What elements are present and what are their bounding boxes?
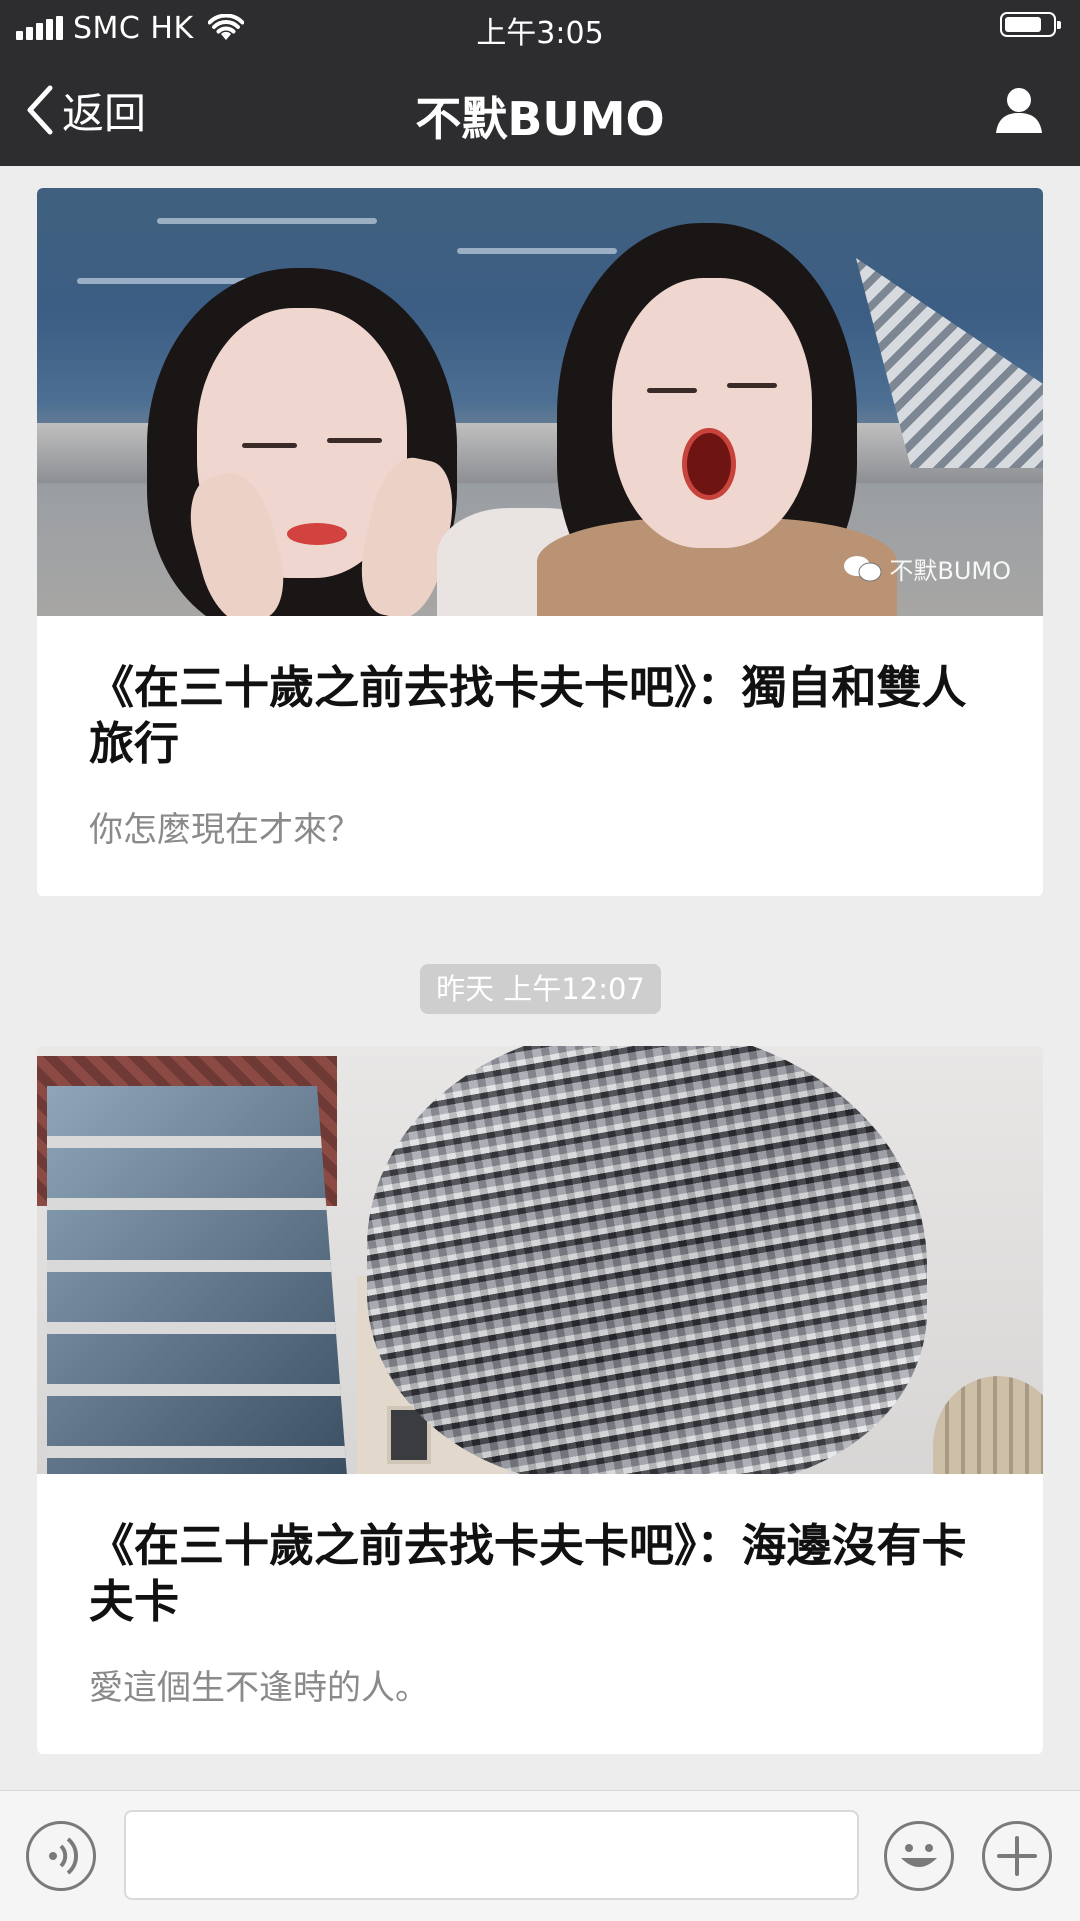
article-card[interactable]: 《在三十歲之前去找卡夫卡吧》：海邊沒有卡夫卡 愛這個生不逢時的人。 [37,1046,1043,1754]
voice-icon [49,1837,79,1875]
emoji-button[interactable] [884,1821,954,1891]
image-watermark: 不默BUMO [843,551,1011,586]
article-card[interactable]: 不默BUMO 《在三十歲之前去找卡夫卡吧》：獨自和雙人旅行 你怎麼現在才來？ [37,188,1043,896]
more-button[interactable] [982,1821,1052,1891]
message-input[interactable] [124,1810,859,1900]
plus-icon [997,1836,1037,1876]
article-title[interactable]: 《在三十歲之前去找卡夫卡吧》：海邊沒有卡夫卡 [89,1518,991,1630]
person-icon[interactable] [994,85,1044,135]
page-title: 不默BUMO [415,92,665,146]
battery-icon [1000,12,1061,37]
nav-bar: 返回 不默BUMO [0,55,1080,166]
message-input-bar [0,1790,1080,1921]
voice-button[interactable] [26,1821,96,1891]
article-description: 愛這個生不逢時的人。 [89,1668,429,1708]
status-bar: SMC HK 上午3:05 [0,0,1080,55]
article-title[interactable]: 《在三十歲之前去找卡夫卡吧》：獨自和雙人旅行 [89,660,991,772]
emoji-icon [901,1844,937,1867]
article-cover-image: 不默BUMO [37,188,1043,616]
article-cover-image [37,1046,1043,1474]
article-description: 你怎麼現在才來？ [89,810,361,850]
message-timestamp: 昨天 上午12:07 [420,964,661,1014]
status-time: 上午3:05 [476,16,604,51]
wechat-icon [844,555,882,581]
watermark-text: 不默BUMO [889,557,1011,585]
